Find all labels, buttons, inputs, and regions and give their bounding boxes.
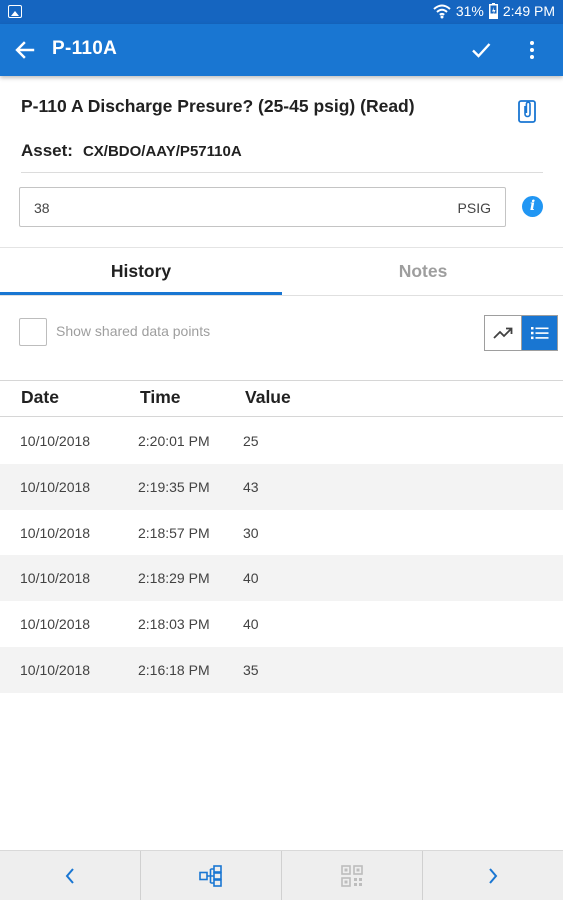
divider [0, 416, 563, 417]
row-date: 10/10/2018 [20, 661, 91, 678]
page-title: P-110A [52, 38, 118, 59]
divider [0, 380, 563, 381]
status-bar: 31% 2:49 PM [0, 0, 563, 24]
view-mode-toggle [484, 315, 558, 351]
prev-chevron-icon [65, 867, 74, 884]
row-time: 2:18:29 PM [138, 570, 210, 587]
attachment-icon [518, 100, 536, 123]
status-indicators: 31% 2:49 PM [433, 3, 555, 19]
column-header-date: Date [21, 387, 59, 407]
back-button[interactable] [10, 36, 40, 64]
column-header-value: Value [245, 387, 291, 407]
row-date: 10/10/2018 [20, 616, 91, 633]
row-time: 2:18:03 PM [138, 616, 210, 633]
asset-row: Asset: CX/BDO/AAY/P57110A [21, 141, 242, 161]
battery-percent: 31% [455, 3, 484, 19]
back-arrow-icon [15, 41, 35, 59]
shared-data-checkbox[interactable] [19, 318, 47, 346]
tab-notes[interactable]: Notes [282, 248, 563, 294]
table-row[interactable]: 10/10/2018 2:16:18 PM 35 [0, 646, 563, 693]
unit-label: PSIG [457, 200, 491, 216]
row-date: 10/10/2018 [20, 570, 91, 587]
row-date: 10/10/2018 [20, 433, 91, 449]
qr-scan-icon [341, 864, 363, 887]
table-row[interactable]: 10/10/2018 2:18:03 PM 40 [0, 601, 563, 647]
list-icon [530, 327, 548, 340]
hierarchy-button[interactable] [141, 851, 282, 900]
history-table: 10/10/2018 2:20:01 PM 25 10/10/2018 2:19… [0, 418, 563, 693]
chart-view-button[interactable] [485, 316, 521, 350]
attachment-button[interactable] [516, 98, 538, 124]
divider [0, 295, 563, 296]
row-date: 10/10/2018 [20, 524, 91, 541]
bottom-navigation [0, 850, 563, 900]
wifi-icon [433, 4, 451, 19]
status-time: 2:49 PM [502, 3, 555, 19]
more-vert-dot [530, 55, 534, 59]
checkmark-icon [472, 43, 491, 58]
image-notification-icon [8, 5, 22, 18]
table-row[interactable]: 10/10/2018 2:18:29 PM 40 [0, 555, 563, 602]
row-value: 25 [243, 433, 259, 449]
row-time: 2:16:18 PM [138, 661, 210, 678]
tab-history[interactable]: History [0, 248, 282, 294]
row-date: 10/10/2018 [20, 478, 91, 495]
hierarchy-icon [199, 864, 222, 887]
shared-data-label: Show shared data points [56, 323, 211, 339]
info-icon[interactable]: i [522, 196, 543, 217]
more-vert-dot [530, 48, 534, 52]
row-value: 40 [243, 570, 259, 587]
next-chevron-icon [489, 867, 498, 884]
battery-icon [488, 3, 498, 19]
previous-button[interactable] [0, 851, 141, 900]
asset-label: Asset: [21, 141, 73, 160]
row-time: 2:19:35 PM [138, 478, 210, 495]
row-value: 30 [243, 524, 259, 541]
more-vert-icon [530, 41, 534, 45]
row-value: 43 [243, 478, 259, 495]
table-row[interactable]: 10/10/2018 2:18:57 PM 30 [0, 510, 563, 556]
scan-button[interactable] [282, 851, 423, 900]
table-row[interactable]: 10/10/2018 2:19:35 PM 43 [0, 463, 563, 510]
asset-value: CX/BDO/AAY/P57110A [82, 143, 242, 160]
app-bar: P-110A [0, 24, 563, 76]
reading-value-field[interactable]: 38 PSIG [19, 187, 506, 227]
save-button[interactable] [466, 36, 496, 64]
column-header-time: Time [140, 387, 181, 407]
more-options-button[interactable] [520, 36, 544, 64]
trending-up-icon [493, 327, 513, 339]
list-view-button[interactable] [521, 316, 557, 350]
row-time: 2:18:57 PM [138, 524, 210, 541]
divider [21, 172, 543, 173]
reading-question: P-110 A Discharge Presure? (25-45 psig) … [21, 96, 415, 116]
row-value: 40 [243, 616, 259, 633]
reading-value: 38 [34, 200, 50, 216]
next-button[interactable] [423, 851, 563, 900]
table-row[interactable]: 10/10/2018 2:20:01 PM 25 [0, 418, 563, 464]
row-value: 35 [243, 661, 259, 678]
row-time: 2:20:01 PM [138, 433, 210, 449]
